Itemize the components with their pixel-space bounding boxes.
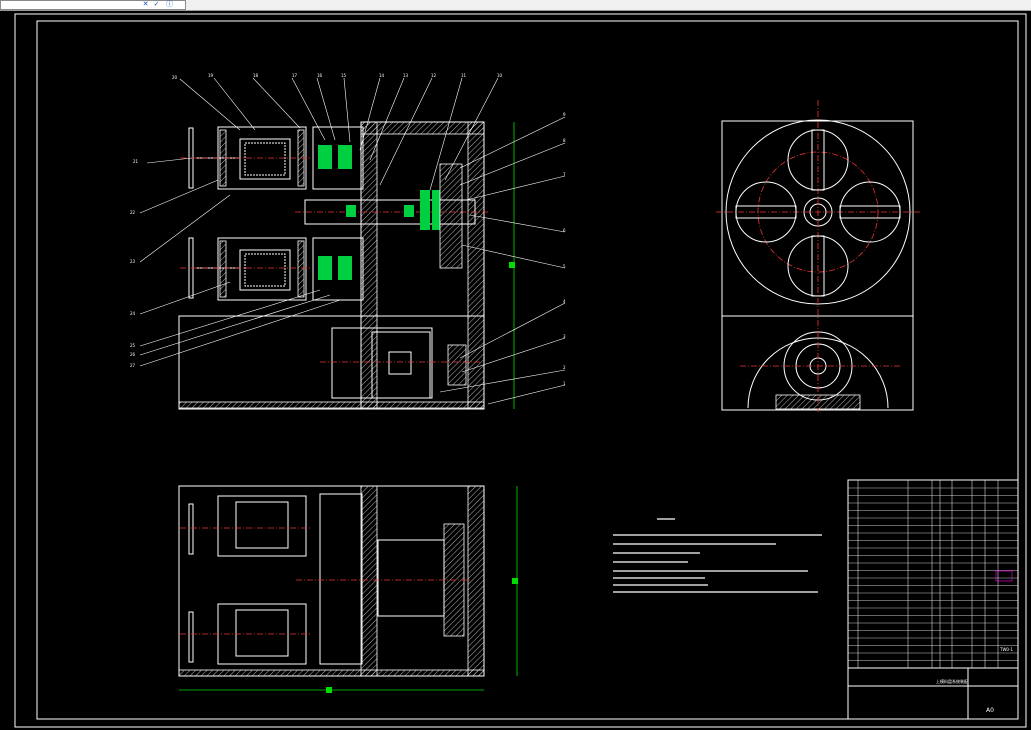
parts-list-table: TW0-1 上模料盘系统装配 A0 xyxy=(847,479,1019,720)
balloon-3: 3 xyxy=(563,334,566,339)
check-icon[interactable]: ✓ xyxy=(152,0,161,8)
balloon-14: 14 xyxy=(379,73,385,78)
balloon-9: 9 xyxy=(563,112,566,117)
balloon-26: 26 xyxy=(130,352,136,357)
balloon-5: 5 xyxy=(563,264,566,269)
balloon-23: 23 xyxy=(130,259,136,264)
balloon-12: 12 xyxy=(431,73,437,78)
balloon-21: 21 xyxy=(133,159,139,164)
balloon-11: 11 xyxy=(461,73,467,78)
balloon-19: 19 xyxy=(208,73,214,78)
highlighted-cell xyxy=(995,570,1013,582)
balloon-1: 1 xyxy=(563,381,566,386)
balloon-24: 24 xyxy=(130,311,136,316)
balloon-15: 15 xyxy=(341,73,347,78)
balloon-6: 6 xyxy=(563,228,566,233)
balloon-13: 13 xyxy=(403,73,409,78)
balloon-22: 22 xyxy=(130,210,136,215)
balloon-4: 4 xyxy=(563,299,566,304)
sheet-size-label: A0 xyxy=(986,707,994,714)
info-icon[interactable]: ⓘ xyxy=(165,0,174,8)
balloon-10: 10 xyxy=(497,73,503,78)
top-view xyxy=(178,485,518,693)
close-icon[interactable]: ✕ xyxy=(141,0,150,8)
balloon-18: 18 xyxy=(253,73,259,78)
parts-list-code: TW0-1 xyxy=(999,647,1013,652)
technical-notes xyxy=(613,518,822,593)
balloon-17: 17 xyxy=(292,73,298,78)
balloon-2: 2 xyxy=(563,365,566,370)
balloon-7: 7 xyxy=(563,172,566,177)
balloon-16: 16 xyxy=(317,73,323,78)
application-toolbar: ✕ ✓ ⓘ xyxy=(0,0,1031,11)
cad-drawing-canvas[interactable]: 20 19 18 17 16 15 14 13 12 11 10 21 22 2… xyxy=(0,11,1031,730)
side-view xyxy=(716,100,920,412)
title-block-name: 上模料盘系统装配 xyxy=(936,678,968,684)
balloon-25: 25 xyxy=(130,343,136,348)
front-section-view xyxy=(178,121,515,410)
balloon-8: 8 xyxy=(563,138,566,143)
sheet-inner-border xyxy=(36,20,1019,720)
balloon-20: 20 xyxy=(172,75,178,80)
balloon-27: 27 xyxy=(130,363,136,368)
